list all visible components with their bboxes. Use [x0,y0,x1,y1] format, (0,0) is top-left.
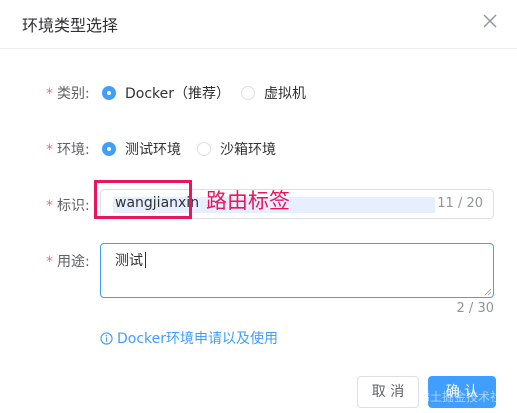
required-mark: * [46,142,53,158]
header-divider [0,48,517,49]
annotation-text: 路由标签 [206,189,290,213]
radio-vm[interactable]: 虚拟机 [241,83,306,103]
environment-label: * 环境: [46,142,90,158]
required-mark: * [46,86,53,102]
radio-docker-label: Docker（推荐） [125,86,231,102]
radio-sandbox-env-label: 沙箱环境 [220,142,276,158]
identifier-label: * 标识: [46,198,90,214]
annotation-highlight-box [94,180,192,219]
resize-handle-icon[interactable] [485,289,491,295]
identifier-char-count: 11 / 20 [437,196,483,211]
purpose-char-count: 2 / 30 [456,301,494,316]
radio-unchecked-icon [241,86,255,100]
dialog-header: 环境类型选择 [0,0,517,48]
docker-help-link[interactable]: Docker环境申请以及使用 [100,328,278,348]
category-label: * 类别: [46,86,90,102]
dialog-title: 环境类型选择 [22,16,119,35]
radio-test-env-label: 测试环境 [125,142,181,158]
radio-checked-icon [102,142,116,156]
docker-help-link-text: Docker环境申请以及使用 [117,331,279,347]
cancel-button[interactable]: 取 消 [357,376,419,408]
radio-test-env[interactable]: 测试环境 [102,139,181,159]
info-icon [100,331,113,345]
purpose-textarea[interactable]: 测试 [100,243,494,298]
radio-sandbox-env[interactable]: 沙箱环境 [197,139,276,159]
radio-unchecked-icon [197,142,211,156]
text-caret [145,252,146,268]
purpose-label: * 用途: [46,254,90,270]
radio-vm-label: 虚拟机 [264,86,306,102]
radio-docker[interactable]: Docker（推荐） [102,83,230,103]
environment-type-dialog: 环境类型选择 * 类别: Docker（推荐） 虚拟机 * 环境: 测试环境 沙箱环… [0,0,517,413]
required-mark: * [46,198,53,214]
close-icon[interactable] [481,12,499,30]
radio-checked-icon [102,86,116,100]
confirm-button[interactable]: 确 认 [428,376,496,408]
purpose-value: 测试 [115,253,143,269]
required-mark: * [46,254,53,270]
